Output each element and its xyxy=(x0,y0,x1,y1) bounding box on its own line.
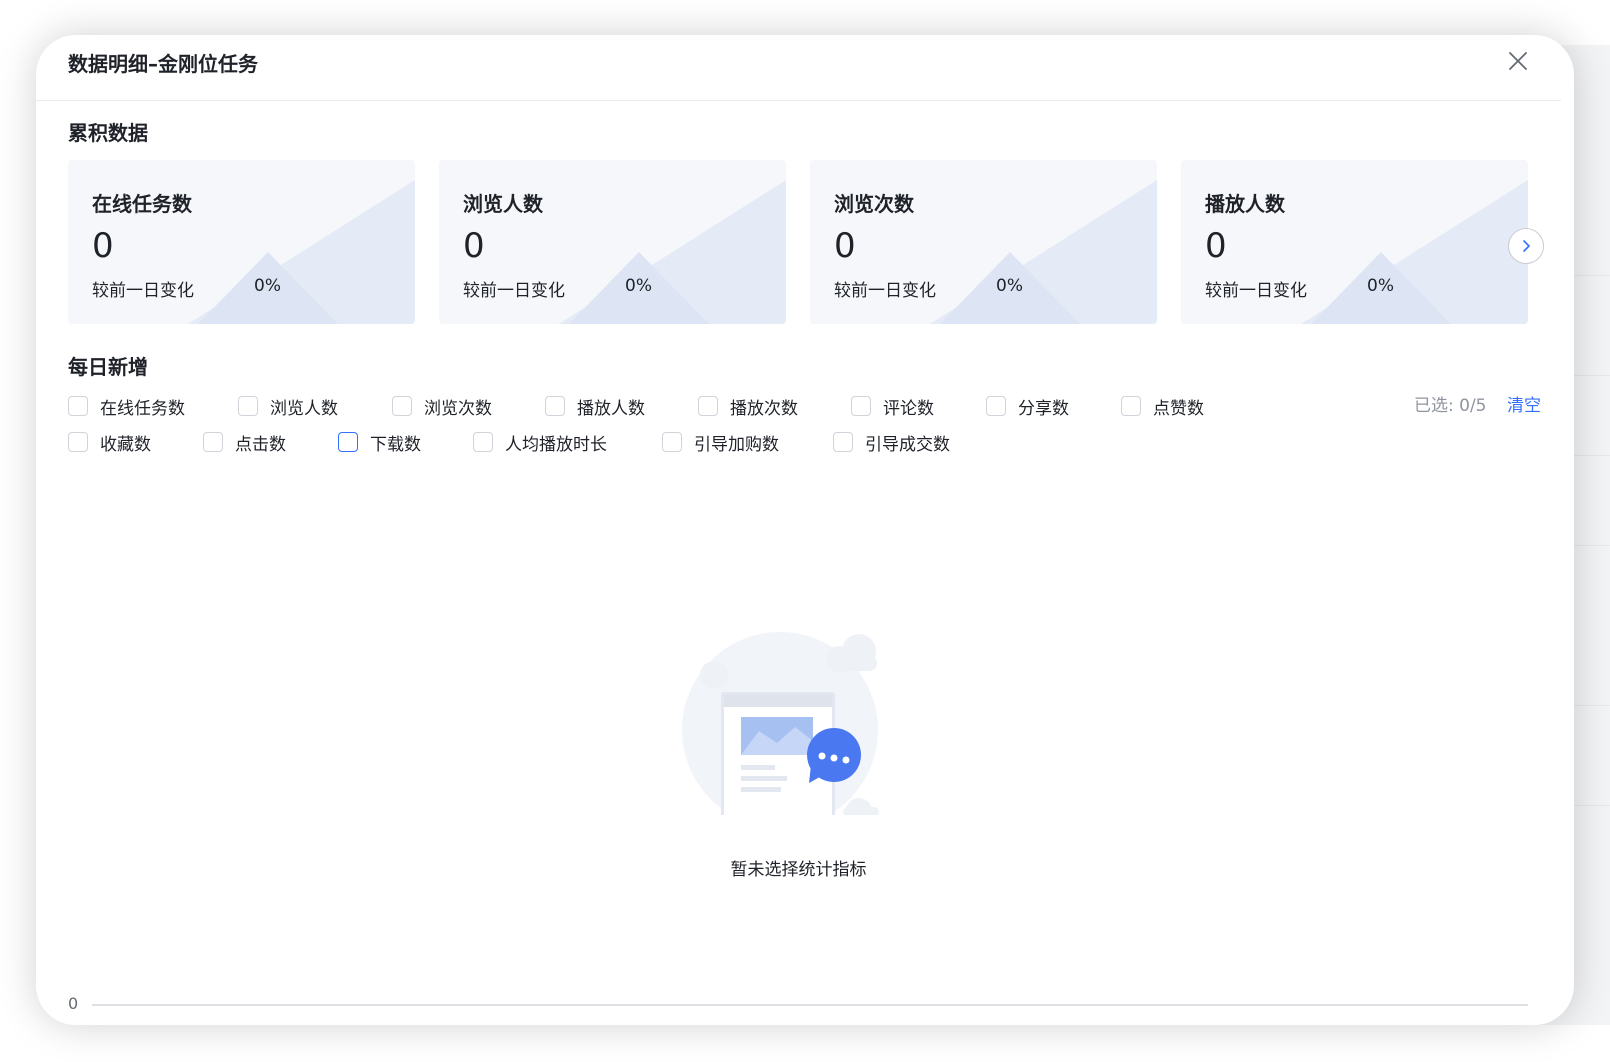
card-change-value: 0% xyxy=(254,276,281,296)
empty-state-illustration xyxy=(682,632,879,815)
checkbox-metric[interactable]: 分享数 xyxy=(986,393,1069,419)
checkbox-label: 评论数 xyxy=(883,398,934,419)
checkbox-metric[interactable]: 浏览次数 xyxy=(392,393,492,419)
checkbox-label: 引导加购数 xyxy=(694,434,779,455)
checkbox-label: 播放人数 xyxy=(577,398,645,419)
cumulative-section-title: 累积数据 xyxy=(68,121,148,145)
card-value: 0 xyxy=(92,226,114,266)
checkbox-box[interactable] xyxy=(545,396,565,416)
modal-header: 数据明细–金刚位任务 xyxy=(36,35,1561,101)
checkbox-box[interactable] xyxy=(68,396,88,416)
metric-checkbox-row-1: 在线任务数 浏览人数 浏览次数 播放人数 播放次数 评论数 分享数 点赞数 已选… xyxy=(68,393,1548,419)
checkbox-box[interactable] xyxy=(338,432,358,452)
stat-card-view-count: 浏览次数 0 较前一日变化 0% xyxy=(810,160,1157,324)
card-change-value: 0% xyxy=(996,276,1023,296)
selected-count: 已选: 0/5 xyxy=(1414,396,1487,416)
checkbox-label: 点击数 xyxy=(235,434,286,455)
card-title: 浏览次数 xyxy=(834,192,914,216)
checkbox-label: 下载数 xyxy=(370,434,421,455)
card-value: 0 xyxy=(834,226,856,266)
checkbox-box[interactable] xyxy=(986,396,1006,416)
cards-next-button[interactable] xyxy=(1508,228,1544,264)
metric-checkbox-row-2: 收藏数 点击数 下载数 人均播放时长 引导加购数 引导成交数 xyxy=(68,429,1548,455)
checkbox-box[interactable] xyxy=(68,432,88,452)
card-change-label: 较前一日变化 xyxy=(1205,281,1307,301)
modal-frame: 数据明细–金刚位任务 累积数据 在线任务数 0 较前一日变化 0% 浏览人数 0… xyxy=(36,35,1574,1025)
stat-card-view-users: 浏览人数 0 较前一日变化 0% xyxy=(439,160,786,324)
checkbox-metric[interactable]: 浏览人数 xyxy=(238,393,338,419)
checkbox-metric[interactable]: 点赞数 xyxy=(1121,393,1204,419)
card-change-value: 0% xyxy=(1367,276,1394,296)
stat-card-online-tasks: 在线任务数 0 较前一日变化 0% xyxy=(68,160,415,324)
checkbox-metric[interactable]: 收藏数 xyxy=(68,429,151,455)
chevron-right-icon xyxy=(1523,240,1530,252)
checkbox-metric[interactable]: 评论数 xyxy=(851,393,934,419)
data-detail-modal: 数据明细–金刚位任务 累积数据 在线任务数 0 较前一日变化 0% 浏览人数 0… xyxy=(36,35,1561,1025)
daily-section-title: 每日新增 xyxy=(68,355,148,379)
card-value: 0 xyxy=(1205,226,1227,266)
checkbox-metric[interactable]: 引导成交数 xyxy=(833,429,950,455)
checkbox-label: 引导成交数 xyxy=(865,434,950,455)
close-button[interactable] xyxy=(1506,49,1530,73)
checkbox-box[interactable] xyxy=(1121,396,1141,416)
close-icon xyxy=(1509,52,1527,70)
checkbox-label: 浏览次数 xyxy=(424,398,492,419)
card-title: 在线任务数 xyxy=(92,192,192,216)
checkbox-box[interactable] xyxy=(392,396,412,416)
checkbox-label: 分享数 xyxy=(1018,398,1069,419)
checkbox-metric[interactable]: 播放人数 xyxy=(545,393,645,419)
card-title: 播放人数 xyxy=(1205,192,1285,216)
checkbox-box[interactable] xyxy=(238,396,258,416)
card-value: 0 xyxy=(463,226,485,266)
checkbox-box[interactable] xyxy=(473,432,493,452)
checkbox-label: 在线任务数 xyxy=(100,398,185,419)
checkbox-metric[interactable]: 在线任务数 xyxy=(68,393,185,419)
modal-title: 数据明细–金刚位任务 xyxy=(68,52,258,76)
card-change-label: 较前一日变化 xyxy=(92,281,194,301)
empty-state-text: 暂未选择统计指标 xyxy=(730,860,867,880)
card-change-value: 0% xyxy=(625,276,652,296)
card-title: 浏览人数 xyxy=(463,192,543,216)
checkbox-metric[interactable]: 人均播放时长 xyxy=(473,429,607,455)
checkbox-box[interactable] xyxy=(833,432,853,452)
clear-button[interactable]: 清空 xyxy=(1507,393,1541,419)
axis-zero-label: 0 xyxy=(68,994,79,1013)
checkbox-metric[interactable]: 点击数 xyxy=(203,429,286,455)
checkbox-box[interactable] xyxy=(203,432,223,452)
card-change-label: 较前一日变化 xyxy=(834,281,936,301)
card-change-label: 较前一日变化 xyxy=(463,281,565,301)
checkbox-box[interactable] xyxy=(662,432,682,452)
checkbox-label: 人均播放时长 xyxy=(505,434,607,455)
checkbox-box[interactable] xyxy=(851,396,871,416)
checkbox-metric[interactable]: 播放次数 xyxy=(698,393,798,419)
checkbox-label: 浏览人数 xyxy=(270,398,338,419)
checkbox-box[interactable] xyxy=(698,396,718,416)
stat-card-play-users: 播放人数 0 较前一日变化 0% xyxy=(1181,160,1528,324)
checkbox-metric[interactable]: 下载数 xyxy=(338,429,421,455)
checkbox-label: 点赞数 xyxy=(1153,398,1204,419)
cumulative-cards: 在线任务数 0 较前一日变化 0% 浏览人数 0 较前一日变化 0% 浏览次数 … xyxy=(68,160,1528,324)
axis-baseline xyxy=(92,1004,1528,1006)
checkbox-metric[interactable]: 引导加购数 xyxy=(662,429,779,455)
checkbox-label: 收藏数 xyxy=(100,434,151,455)
checkbox-label: 播放次数 xyxy=(730,398,798,419)
